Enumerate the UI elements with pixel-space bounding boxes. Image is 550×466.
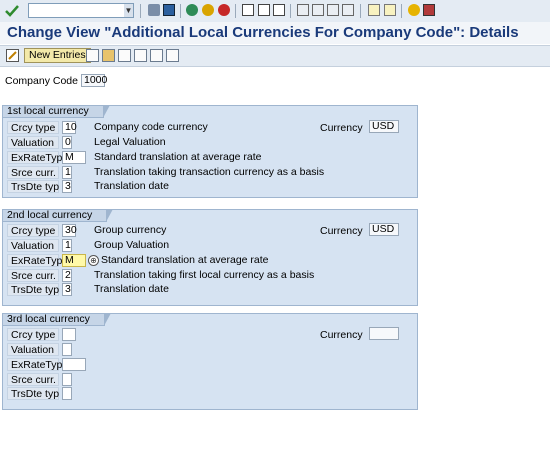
crcy-type-field[interactable]	[62, 328, 76, 341]
srce-curr-desc: Translation taking first local currency …	[94, 269, 315, 281]
exratetype-desc: Standard translation at average rate	[94, 151, 262, 163]
crcy-type-desc: Group currency	[94, 224, 167, 236]
select-block-icon[interactable]	[150, 49, 163, 62]
exratetype-label: ExRateType	[7, 254, 68, 267]
trsdte-typ-label: TrsDte typ	[7, 283, 59, 296]
second-local-currency-group: 2nd local currency Crcy type 30 Group cu…	[2, 209, 418, 306]
title-bar: Change View "Additional Local Currencies…	[0, 22, 550, 44]
crcy-type-label: Crcy type	[7, 121, 59, 134]
display-change-icon[interactable]	[6, 49, 19, 62]
exratetype-desc: Standard translation at average rate	[101, 254, 269, 266]
company-code-field[interactable]: 1000	[81, 74, 107, 87]
srce-curr-desc: Translation taking transaction currency …	[94, 166, 325, 178]
valuation-field[interactable]	[62, 343, 72, 356]
srce-curr-label: Srce curr.	[7, 269, 59, 282]
first-page-icon[interactable]	[297, 4, 309, 16]
first-local-currency-group: 1st local currency Crcy type 10 Company …	[2, 105, 418, 198]
valuation-label: Valuation	[7, 239, 59, 252]
exratetype-label: ExRateType	[7, 151, 68, 164]
separator	[290, 4, 291, 18]
exratetype-field[interactable]: M	[62, 151, 86, 164]
trsdte-typ-field[interactable]: 3	[62, 180, 72, 193]
next-page-icon[interactable]	[327, 4, 339, 16]
currency-label: Currency	[320, 329, 363, 341]
valuation-label: Valuation	[7, 136, 59, 149]
delete-icon[interactable]	[102, 49, 115, 62]
back-icon[interactable]	[186, 4, 198, 16]
print-icon[interactable]	[242, 4, 254, 16]
new-entries-button[interactable]: New Entries	[24, 48, 91, 63]
undo-change-icon[interactable]	[118, 49, 131, 62]
currency-field[interactable]: USD	[369, 223, 399, 236]
company-code-label: Company Code	[5, 75, 78, 87]
valuation-field[interactable]: 0	[62, 136, 72, 149]
last-page-icon[interactable]	[342, 4, 354, 16]
separator	[360, 4, 361, 18]
trsdte-typ-desc: Translation date	[94, 283, 169, 295]
check-icon[interactable]	[4, 3, 20, 19]
exratetype-field[interactable]: M	[62, 254, 86, 267]
exit-icon[interactable]	[202, 4, 214, 16]
find-next-icon[interactable]	[273, 4, 285, 16]
group-title: 2nd local currency	[2, 209, 114, 222]
trsdte-typ-label: TrsDte typ	[7, 387, 59, 400]
currency-field[interactable]	[369, 327, 399, 340]
srce-curr-field[interactable]: 1	[62, 166, 72, 179]
valuation-label: Valuation	[7, 343, 59, 356]
valuation-desc: Group Valuation	[94, 239, 170, 251]
exratetype-field[interactable]	[62, 358, 86, 371]
find-icon[interactable]	[258, 4, 270, 16]
value-help-icon[interactable]: ⊕	[88, 255, 99, 266]
separator	[235, 4, 236, 18]
trsdte-typ-desc: Translation date	[94, 180, 169, 192]
page-title: Change View "Additional Local Currencies…	[7, 24, 519, 41]
deselect-all-icon[interactable]	[166, 49, 179, 62]
crcy-type-desc: Company code currency	[94, 121, 208, 133]
trsdte-typ-field[interactable]	[62, 387, 72, 400]
save-icon[interactable]	[163, 4, 175, 16]
command-dropdown-icon[interactable]: ▼	[124, 4, 133, 17]
trsdte-typ-field[interactable]: 3	[62, 283, 72, 296]
back-arrow-icon[interactable]	[148, 4, 160, 16]
currency-label: Currency	[320, 225, 363, 237]
system-toolbar: ▼	[0, 0, 550, 23]
crcy-type-field[interactable]: 10	[62, 121, 77, 134]
cancel-icon[interactable]	[218, 4, 230, 16]
application-toolbar: New Entries	[0, 45, 550, 67]
valuation-field[interactable]: 1	[62, 239, 72, 252]
help-icon[interactable]	[408, 4, 420, 16]
crcy-type-label: Crcy type	[7, 328, 59, 341]
layout-icon[interactable]	[423, 4, 435, 16]
group-title: 1st local currency	[2, 105, 110, 118]
trsdte-typ-label: TrsDte typ	[7, 180, 59, 193]
group-title: 3rd local currency	[2, 313, 111, 326]
srce-curr-label: Srce curr.	[7, 166, 59, 179]
shortcut-icon[interactable]	[384, 4, 396, 16]
copy-as-icon[interactable]	[86, 49, 99, 62]
srce-curr-label: Srce curr.	[7, 373, 59, 386]
separator	[401, 4, 402, 18]
crcy-type-label: Crcy type	[7, 224, 59, 237]
srce-curr-field[interactable]	[62, 373, 72, 386]
srce-curr-field[interactable]: 2	[62, 269, 72, 282]
create-session-icon[interactable]	[368, 4, 380, 16]
command-field[interactable]	[28, 3, 134, 18]
exratetype-label: ExRateType	[7, 358, 68, 371]
currency-field[interactable]: USD	[369, 120, 399, 133]
separator	[140, 4, 141, 18]
valuation-desc: Legal Valuation	[94, 136, 166, 148]
currency-label: Currency	[320, 122, 363, 134]
select-all-icon[interactable]	[134, 49, 147, 62]
separator	[180, 4, 181, 18]
third-local-currency-group: 3rd local currency Crcy type Valuation E…	[2, 313, 418, 410]
prev-page-icon[interactable]	[312, 4, 324, 16]
crcy-type-field[interactable]: 30	[62, 224, 77, 237]
